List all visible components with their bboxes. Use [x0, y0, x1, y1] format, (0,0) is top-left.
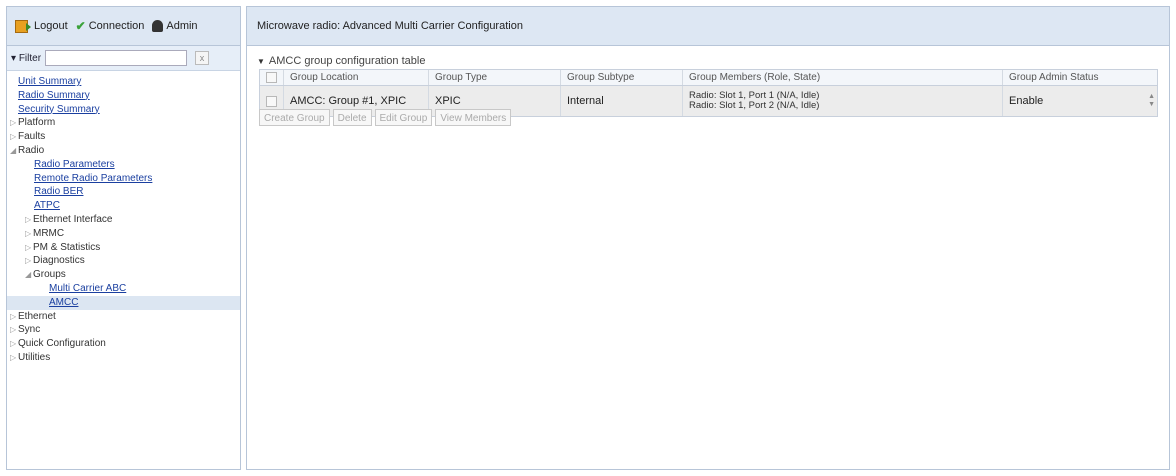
tree-item-label: Multi Carrier ABC: [49, 282, 127, 294]
filter-input[interactable]: [45, 50, 188, 66]
admin-label: Admin: [166, 20, 198, 32]
tree-item-label: AMCC: [49, 296, 79, 308]
tree-item-label: Sync: [18, 324, 41, 336]
tree-item-label: Quick Configuration: [18, 338, 106, 350]
filter-toggle[interactable]: ▾ Filter: [11, 53, 41, 64]
content-panel: Microwave radio: Advanced Multi Carrier …: [246, 6, 1170, 470]
tree-item-utilities[interactable]: ▷ Utilities: [7, 351, 240, 365]
connection-button[interactable]: ✔ Connection: [76, 19, 145, 33]
select-all-cell: [260, 70, 284, 85]
connection-label: Connection: [88, 20, 145, 32]
logout-button[interactable]: Logout: [15, 19, 68, 33]
filter-label: Filter: [18, 52, 42, 64]
group-members-cell: Radio: Slot 1, Port 1 (N/A, Idle) Radio:…: [683, 86, 1003, 116]
group-subtype-cell: Internal: [561, 86, 683, 116]
tree-item-label: Unit Summary: [18, 76, 82, 87]
tree-item-label: MRMC: [33, 227, 65, 239]
expand-icon: ▷: [25, 214, 32, 224]
group-member: Radio: Slot 1, Port 2 (N/A, Idle): [689, 100, 820, 111]
tree-item-unit-summary[interactable]: Unit Summary: [7, 75, 240, 89]
check-icon: ✔: [75, 19, 86, 33]
scrollbar[interactable]: ▲ ▼: [1148, 93, 1155, 109]
action-buttons: Create Group Delete Edit Group View Memb…: [259, 109, 512, 126]
expand-icon: ▷: [10, 325, 17, 335]
column-header-group-members[interactable]: Group Members (Role, State): [683, 70, 1003, 85]
expand-icon: ▷: [10, 132, 17, 142]
scroll-up-icon[interactable]: ▲: [1148, 93, 1155, 101]
navigation-panel: Logout ✔ Connection Admin ▾ Filter x Uni…: [6, 6, 241, 470]
tree-item-amcc[interactable]: AMCC: [7, 295, 240, 310]
user-icon: [152, 20, 164, 32]
tree-item-remote-radio-parameters[interactable]: Remote Radio Parameters: [7, 172, 240, 186]
tree-item-faults[interactable]: ▷ Faults: [7, 130, 240, 144]
expand-icon: ▷: [10, 352, 17, 362]
tree-item-label: Ethernet Interface: [33, 213, 113, 225]
tree-item-label: Radio: [18, 144, 45, 156]
tree-item-label: Diagnostics: [33, 255, 85, 267]
column-header-group-admin-status[interactable]: Group Admin Status: [1003, 70, 1157, 85]
collapse-icon: ◢: [10, 145, 17, 155]
tree-item-label: Utilities: [18, 351, 51, 363]
expand-icon: ▷: [10, 311, 17, 321]
logout-label: Logout: [34, 20, 68, 32]
tree-item-platform[interactable]: ▷ Platform: [7, 116, 240, 130]
group-admin-status-cell: Enable ▲ ▼: [1003, 86, 1157, 116]
tree-item-label: Radio BER: [34, 186, 84, 198]
column-header-group-location[interactable]: Group Location: [284, 70, 429, 85]
top-toolbar: Logout ✔ Connection Admin: [7, 7, 240, 46]
tree-item-groups[interactable]: ◢ Groups: [7, 268, 240, 282]
row-checkbox[interactable]: [266, 95, 277, 107]
filter-bar: ▾ Filter x: [7, 46, 240, 71]
section-header[interactable]: ▼ AMCC group configuration table: [257, 55, 425, 67]
tree-item-diagnostics[interactable]: ▷ Diagnostics: [7, 254, 240, 268]
tree-item-label: ATPC: [34, 200, 60, 212]
tree-item-multi-carrier-abc[interactable]: Multi Carrier ABC: [7, 282, 240, 296]
tree-item-quick-configuration[interactable]: ▷ Quick Configuration: [7, 337, 240, 351]
tree-item-radio-ber[interactable]: Radio BER: [7, 185, 240, 199]
collapse-icon: ◢: [25, 270, 32, 280]
column-header-group-subtype[interactable]: Group Subtype: [561, 70, 683, 85]
tree-item-sync[interactable]: ▷ Sync: [7, 323, 240, 337]
delete-button[interactable]: Delete: [332, 109, 372, 126]
tree-item-label: Radio Parameters: [34, 158, 115, 170]
expand-icon: ▷: [10, 118, 17, 128]
admin-button[interactable]: Admin: [152, 20, 198, 32]
create-group-button[interactable]: Create Group: [259, 109, 330, 126]
tree-item-label: Radio Summary: [18, 89, 90, 101]
expand-icon: ▷: [10, 339, 17, 349]
clear-filter-button[interactable]: x: [195, 51, 210, 65]
logout-icon: [15, 19, 31, 33]
table-header: Group Location Group Type Group Subtype …: [260, 70, 1157, 86]
page-title: Microwave radio: Advanced Multi Carrier …: [247, 7, 1169, 46]
tree-item-label: Ethernet: [18, 310, 56, 322]
admin-status-value: Enable: [1009, 95, 1044, 107]
collapse-icon: ▼: [257, 57, 265, 66]
section-title: AMCC group configuration table: [268, 55, 426, 67]
edit-group-button[interactable]: Edit Group: [374, 109, 433, 126]
tree-item-label: Remote Radio Parameters: [34, 172, 153, 184]
tree-item-security-summary[interactable]: Security Summary: [7, 103, 240, 117]
tree-item-mrmc[interactable]: ▷ MRMC: [7, 227, 240, 241]
tree-item-radio[interactable]: ◢ Radio: [7, 144, 240, 158]
navigation-tree: Unit Summary Radio Summary Security Summ…: [7, 71, 240, 365]
tree-item-label: Platform: [18, 117, 56, 129]
tree-item-atpc[interactable]: ATPC: [7, 199, 240, 213]
tree-item-radio-summary[interactable]: Radio Summary: [7, 89, 240, 103]
tree-item-label: Security Summary: [18, 103, 100, 115]
tree-item-label: Faults: [18, 131, 46, 143]
tree-item-pm-statistics[interactable]: ▷ PM & Statistics: [7, 241, 240, 255]
tree-item-ethernet-interface[interactable]: ▷ Ethernet Interface: [7, 213, 240, 227]
expand-icon: ▷: [25, 228, 32, 238]
view-members-button[interactable]: View Members: [435, 109, 512, 126]
column-header-group-type[interactable]: Group Type: [429, 70, 561, 85]
expand-icon: ▷: [25, 242, 32, 252]
tree-item-radio-parameters[interactable]: Radio Parameters: [7, 158, 240, 172]
tree-item-label: Groups: [33, 269, 66, 281]
tree-item-ethernet[interactable]: ▷ Ethernet: [7, 310, 240, 324]
expand-icon: ▷: [25, 256, 32, 266]
select-all-checkbox[interactable]: [266, 72, 277, 83]
tree-item-label: PM & Statistics: [33, 241, 101, 253]
scroll-down-icon[interactable]: ▼: [1148, 101, 1155, 109]
